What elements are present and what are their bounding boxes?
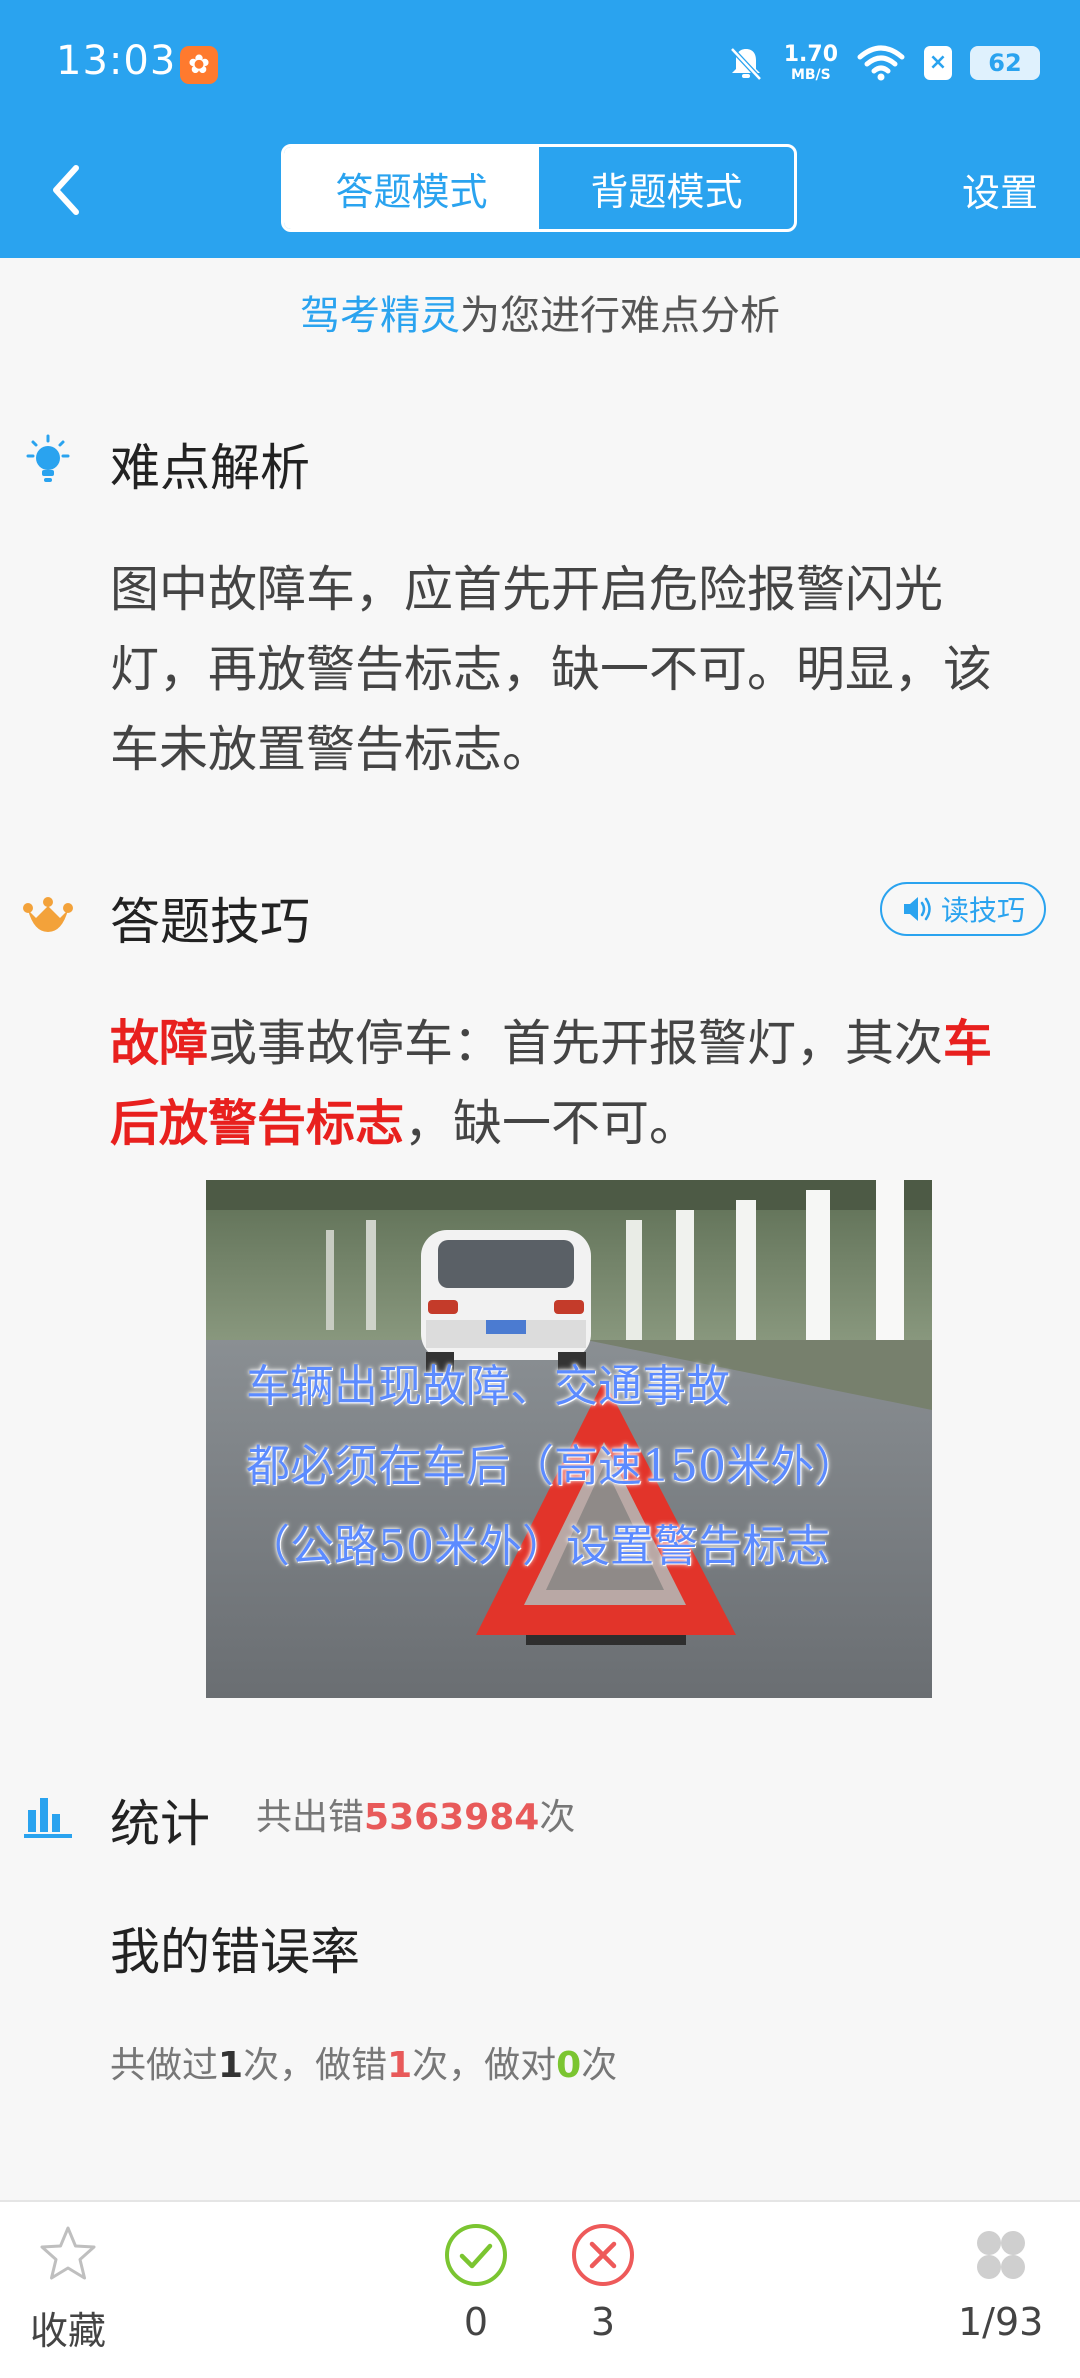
top-header: 13:03 ✿ 1.70 MB/S × 62 答题模式 背题模式 设置 (0, 0, 1080, 258)
wrong-count: 1 (387, 2045, 413, 2086)
read-tips-label: 读技巧 (940, 894, 1025, 927)
mode-toggle: 答题模式 背题模式 (281, 144, 797, 232)
app-notification-icon: ✿ (180, 46, 218, 84)
read-tips-button[interactable]: 读技巧 (880, 882, 1046, 936)
done-count: 1 (218, 2045, 244, 2086)
wrong-count-label: 3 (590, 2300, 616, 2344)
lightbulb-icon (26, 434, 70, 482)
back-button[interactable] (36, 150, 96, 230)
status-time: 13:03 (56, 38, 177, 84)
banner-text: 为您进行难点分析 (460, 293, 780, 339)
correct-count: 0 (463, 2300, 489, 2344)
correct-count-button[interactable]: 0 (443, 2222, 509, 2344)
grid-icon (976, 2231, 1025, 2279)
question-progress: 1/93 (958, 2300, 1044, 2344)
network-speed-unit: MB/S (790, 67, 831, 83)
mute-bell-icon (729, 47, 762, 81)
check-circle-icon (445, 2224, 507, 2286)
battery-indicator: 62 (970, 46, 1040, 80)
favorite-label: 收藏 (30, 2309, 107, 2353)
bottom-bar: 收藏 0 3 1/93 (0, 2200, 1080, 2378)
total-errors-text: 共出错5363984次 (256, 1788, 575, 1840)
wrong-count-button[interactable]: 3 (570, 2222, 636, 2344)
right-prefix: 次，做对 (412, 2045, 557, 2086)
settings-button[interactable]: 设置 (962, 162, 1038, 217)
total-errors-suffix: 次 (539, 1797, 576, 1838)
favorite-button[interactable]: 收藏 (30, 2222, 106, 2355)
my-attempt-counts: 共做过1次，做错1次，做对0次 (110, 2036, 617, 2088)
difficulty-title: 难点解析 (110, 439, 310, 497)
brand-name: 驾考精灵 (300, 293, 460, 339)
network-speed-value: 1.70 (783, 42, 838, 67)
wifi-icon (857, 45, 905, 81)
difficulty-section-header: 难点解析 (0, 416, 1080, 497)
tips-illustration: 车辆出现故障、交通事故 都必须在车后（高速150米外） （公路50米外）设置警告… (206, 1180, 932, 1698)
tab-answer-mode[interactable]: 答题模式 (284, 147, 539, 229)
analysis-banner: 驾考精灵为您进行难点分析 (0, 283, 1080, 341)
wrong-prefix: 次，做错 (243, 2045, 388, 2086)
question-grid-button[interactable]: 1/93 (958, 2222, 1043, 2344)
difficulty-text: 图中故障车，应首先开启危险报警闪光灯，再放警告标志，缺一不可。明显，该车未放置警… (110, 561, 993, 778)
no-sim-icon: × (924, 46, 952, 80)
speaker-icon (903, 897, 931, 921)
x-circle-icon (572, 2224, 634, 2286)
counts-suffix: 次 (581, 2045, 618, 2086)
my-error-rate-title: 我的错误率 (110, 1923, 360, 1981)
tips-text-part4: ，缺一不可。 (404, 1095, 699, 1152)
star-icon (40, 2226, 96, 2280)
status-icons: 1.70 MB/S × 62 (726, 38, 1040, 88)
illustration-caption-line2: 都必须在车后（高速150米外） (246, 1441, 858, 1492)
bar-chart-icon (24, 1798, 72, 1838)
tab-recite-mode[interactable]: 背题模式 (539, 147, 794, 229)
illustration-caption-line3: （公路50米外）设置警告标志 (246, 1521, 830, 1572)
stats-title: 统计 (110, 1795, 210, 1853)
tips-text: 故障或事故停车：首先开报警灯，其次车后放警告标志，缺一不可。 (110, 1004, 1010, 1164)
crown-icon (23, 897, 73, 932)
tips-title: 答题技巧 (110, 893, 310, 951)
right-count: 0 (556, 2045, 582, 2086)
tips-text-part2: 或事故停车：首先开报警灯，其次 (208, 1015, 944, 1072)
total-errors-count: 5363984 (364, 1797, 540, 1838)
illustration-caption-line1: 车辆出现故障、交通事故 (246, 1361, 730, 1412)
tips-highlight-fault: 故障 (110, 1015, 209, 1072)
chevron-left-icon (53, 165, 79, 215)
network-speed: 1.70 MB/S (783, 42, 838, 83)
done-prefix: 共做过 (110, 2045, 219, 2086)
total-errors-prefix: 共出错 (256, 1797, 365, 1838)
